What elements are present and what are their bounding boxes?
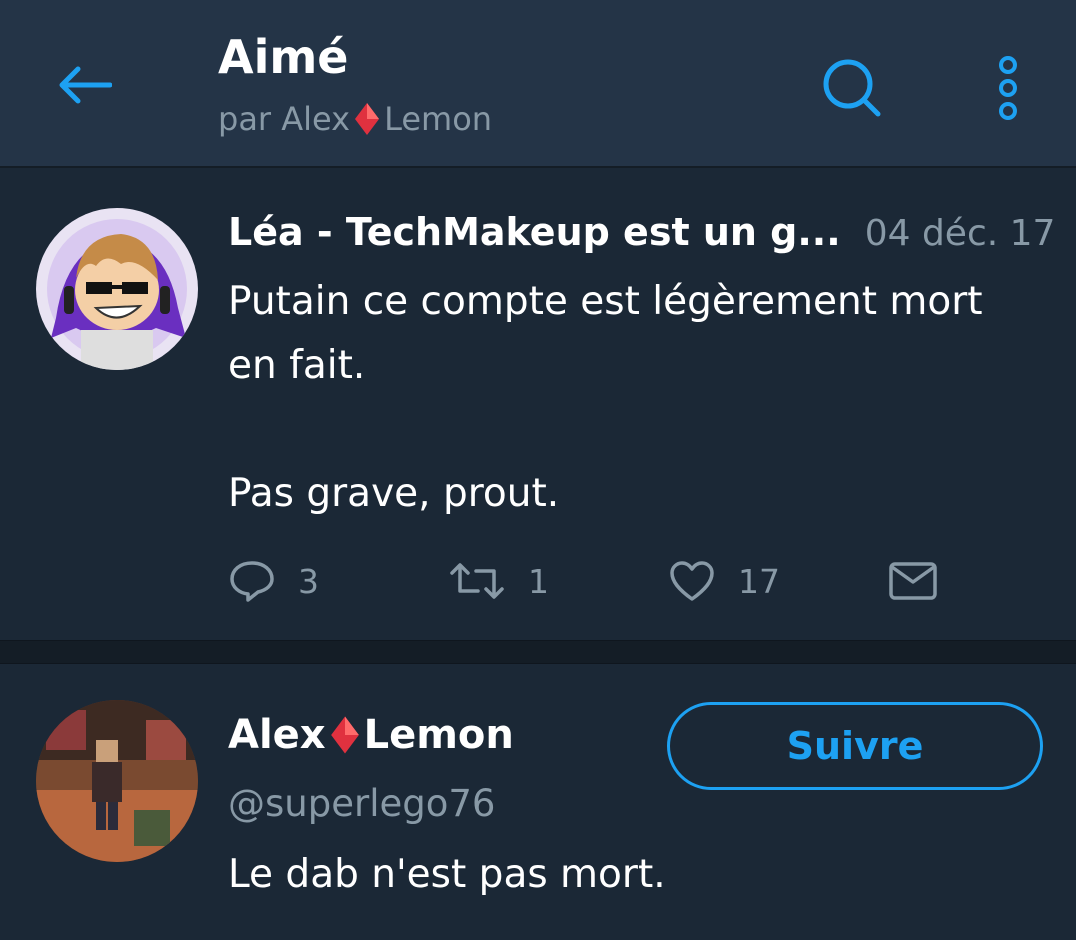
user-handle: @superlego76	[228, 782, 496, 825]
tweet-card[interactable]: Léa - TechMakeup est un g... 04 déc. 17 …	[0, 170, 1076, 640]
user-card[interactable]: Alex Lemon @superlego76 Le dab n'est pas…	[0, 664, 1076, 940]
subtitle-prefix: par Alex	[218, 100, 351, 138]
avatar-image	[36, 700, 198, 862]
like-button[interactable]: 17	[668, 556, 780, 606]
reply-button[interactable]: 3	[228, 556, 319, 606]
direct-message-button[interactable]	[888, 556, 938, 606]
retweet-icon	[450, 563, 504, 599]
more-vertical-icon	[999, 56, 1017, 120]
author-name-prefix: Alex	[228, 712, 326, 758]
tweet-header: Léa - TechMakeup est un g... 04 déc. 17	[228, 210, 1055, 254]
like-count: 17	[738, 561, 780, 601]
avatar[interactable]	[36, 700, 198, 862]
follow-button[interactable]: Suivre	[667, 702, 1043, 790]
red-diamond-icon	[330, 716, 359, 754]
author-name[interactable]: Alex Lemon	[228, 712, 514, 758]
arrow-left-icon	[59, 66, 112, 104]
heart-icon	[670, 561, 714, 601]
envelope-icon	[889, 562, 937, 600]
more-options-button[interactable]	[975, 48, 1041, 128]
reply-count: 3	[298, 561, 319, 601]
page-subtitle: par Alex Lemon	[218, 100, 492, 138]
red-diamond-icon	[355, 103, 380, 135]
user-bio: Le dab n'est pas mort.	[228, 852, 666, 897]
subtitle-suffix: Lemon	[384, 100, 493, 138]
tweet-actions: 3 1 17	[228, 556, 1028, 606]
page-title: Aimé	[218, 30, 349, 84]
back-button[interactable]	[44, 50, 124, 120]
avatar-image	[36, 208, 198, 370]
section-divider	[0, 640, 1076, 664]
author-name-suffix: Lemon	[363, 712, 514, 758]
tweet-date: 04 déc. 17	[864, 213, 1056, 254]
reply-icon	[230, 561, 274, 602]
retweet-button[interactable]: 1	[448, 556, 549, 606]
tweet-text: Putain ce compte est légèrement mort en …	[228, 279, 983, 516]
author-name[interactable]: Léa - TechMakeup est un g...	[228, 210, 841, 254]
avatar[interactable]	[36, 208, 198, 370]
retweet-count: 1	[528, 561, 549, 601]
search-icon	[823, 59, 881, 117]
search-button[interactable]	[812, 48, 892, 128]
app-bar: Aimé par Alex Lemon	[0, 0, 1076, 168]
